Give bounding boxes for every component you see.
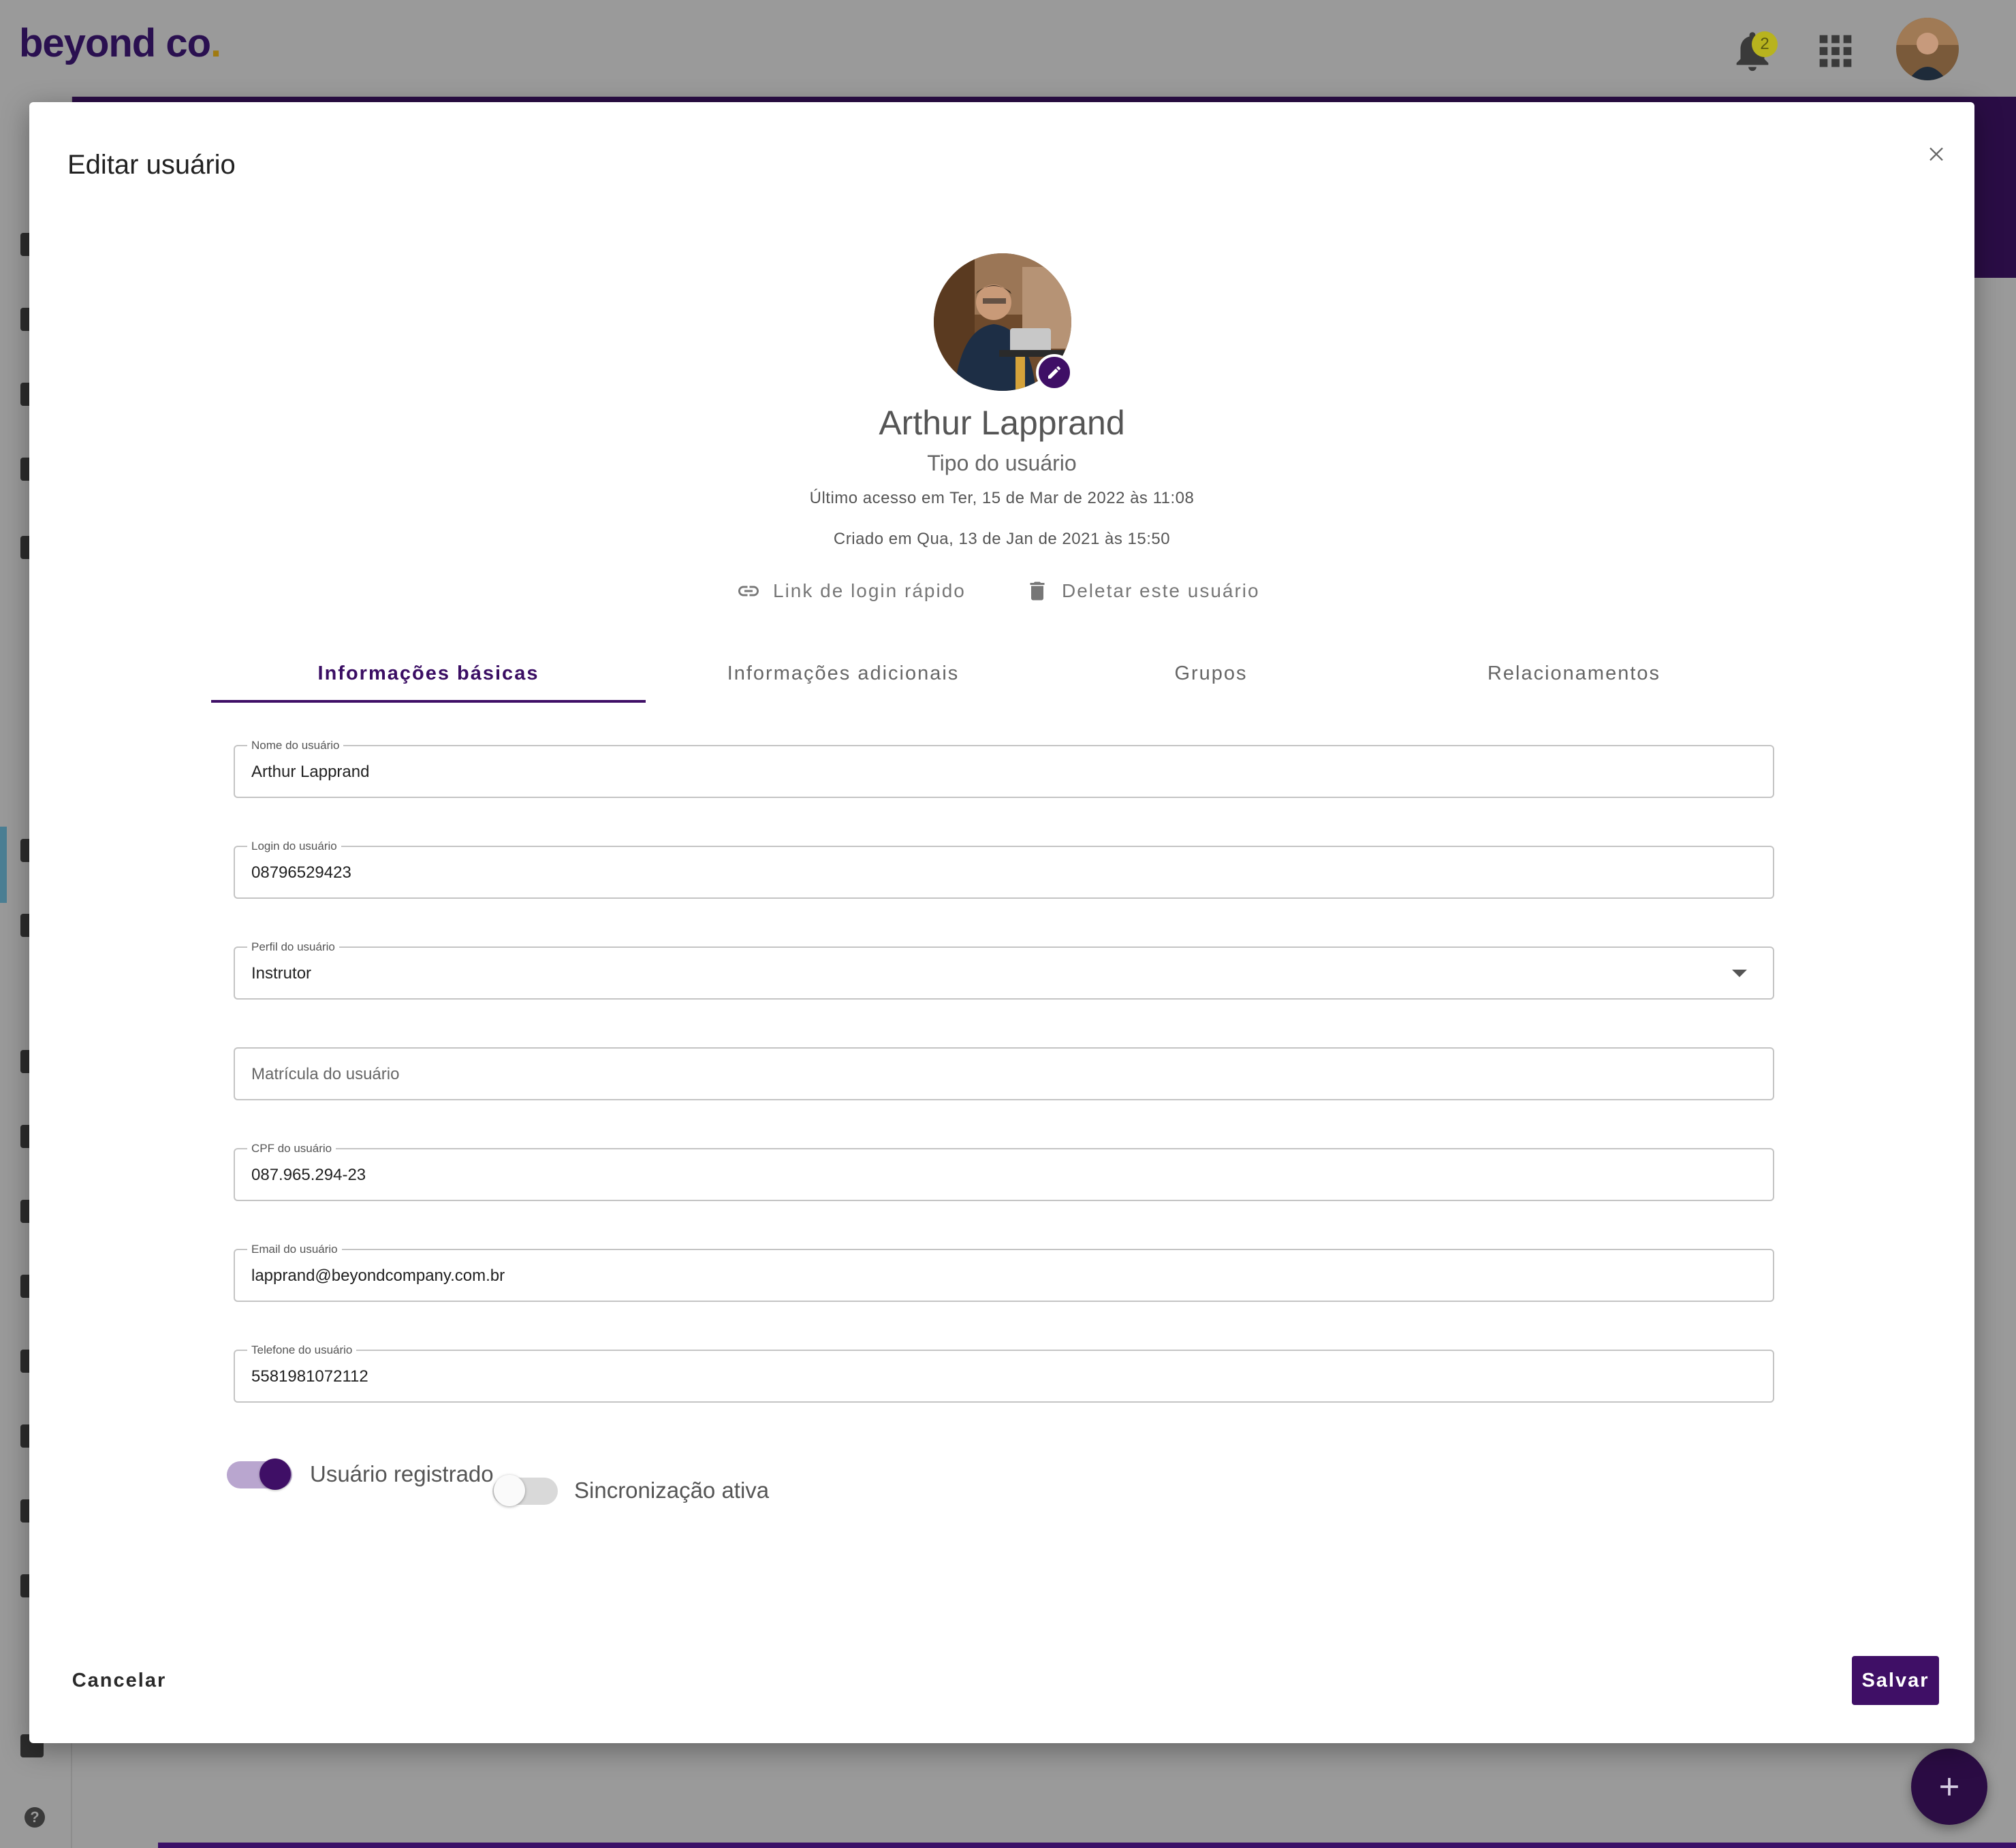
user-avatar[interactable] — [1896, 18, 1959, 80]
user-email-value: lapprand@beyondcompany.com.br — [251, 1266, 505, 1285]
logo-dot: . — [210, 21, 221, 65]
field-label: CPF do usuário — [247, 1143, 336, 1155]
user-full-name: Arthur Lapprand — [879, 404, 1125, 442]
user-profile-select[interactable]: Perfil do usuário Instrutor — [234, 941, 1774, 1000]
user-name-value: Arthur Lapprand — [251, 763, 370, 781]
delete-user-link[interactable]: Deletar este usuário — [1025, 577, 1260, 605]
tab-relationships[interactable]: Relacionamentos — [1381, 644, 1767, 703]
user-registration-field[interactable]: Matrícula do usuário — [234, 1047, 1774, 1100]
close-icon — [1930, 147, 1943, 161]
apps-grid-icon — [1819, 35, 1852, 67]
tab-bar: Informações básicas Informações adiciona… — [211, 644, 1767, 703]
link-icon — [738, 586, 759, 596]
edit-user-dialog: Editar usuário Arthur Lapprand Tipo do u… — [29, 102, 1974, 1743]
bottom-accent-bar — [158, 1843, 2016, 1848]
user-email-field[interactable]: Email do usuário lapprand@beyondcompany.… — [234, 1243, 1774, 1302]
tab-groups[interactable]: Grupos — [1041, 644, 1381, 703]
user-cpf-field[interactable]: CPF do usuário 087.965.294-23 — [234, 1143, 1774, 1201]
user-type: Tipo do usuário — [927, 451, 1077, 475]
user-name-field[interactable]: Nome do usuário Arthur Lapprand — [234, 739, 1774, 798]
app-header: beyond co. 2 — [0, 0, 2016, 98]
cancel-button[interactable]: Cancelar — [67, 1656, 171, 1705]
sync-active-label: Sincronização ativa — [574, 1478, 770, 1503]
sidebar-active-indicator — [0, 827, 7, 903]
close-button[interactable] — [1917, 136, 1955, 174]
quick-login-link[interactable]: Link de login rápido — [736, 577, 966, 605]
dropdown-arrow-icon[interactable] — [1732, 970, 1747, 977]
field-label: Telefone do usuário — [247, 1344, 357, 1356]
field-label: Nome do usuário — [247, 739, 344, 752]
apps-menu-button[interactable] — [1812, 27, 1859, 75]
dialog-title: Editar usuário — [67, 150, 236, 180]
user-login-field[interactable]: Login do usuário 08796529423 — [234, 840, 1774, 899]
logo-text: beyond co — [19, 21, 211, 65]
field-label: Login do usuário — [247, 840, 341, 853]
last-access-info: Último acesso em Ter, 15 de Mar de 2022 … — [809, 489, 1195, 507]
user-phone-field[interactable]: Telefone do usuário 5581981072112 — [234, 1344, 1774, 1403]
notification-badge: 2 — [1752, 31, 1778, 57]
registration-placeholder: Matrícula do usuário — [251, 1065, 400, 1083]
toggle-knob — [259, 1459, 291, 1490]
brand-logo[interactable]: beyond co. — [19, 20, 221, 66]
delete-user-label: Deletar este usuário — [1062, 580, 1260, 601]
user-profile-value: Instrutor — [251, 964, 312, 983]
toggle-knob — [494, 1475, 525, 1506]
registered-user-label: Usuário registrado — [310, 1461, 494, 1486]
user-cpf-value: 087.965.294-23 — [251, 1166, 366, 1184]
user-phone-value: 5581981072112 — [251, 1367, 368, 1386]
add-fab-button[interactable] — [1911, 1749, 1987, 1825]
registered-user-toggle[interactable] — [227, 1456, 292, 1493]
active-tab-indicator — [211, 700, 646, 703]
help-icon[interactable]: ? — [25, 1807, 45, 1828]
edit-pencil-icon — [1048, 366, 1061, 379]
tab-basic-info[interactable]: Informações básicas — [211, 644, 646, 703]
plus-icon — [1940, 1778, 1958, 1796]
sync-active-toggle[interactable] — [492, 1472, 558, 1509]
tab-additional-info[interactable]: Informações adicionais — [646, 644, 1041, 703]
user-login-value: 08796529423 — [251, 863, 351, 882]
profile-avatar-container — [934, 253, 1073, 391]
trash-icon — [1030, 582, 1045, 601]
field-label: Perfil do usuário — [247, 941, 339, 953]
created-info: Criado em Qua, 13 de Jan de 2021 às 15:5… — [833, 530, 1171, 548]
field-label: Email do usuário — [247, 1243, 342, 1256]
save-button[interactable]: Salvar — [1852, 1656, 1939, 1705]
edit-photo-button[interactable] — [1036, 354, 1073, 391]
quick-login-label: Link de login rápido — [773, 580, 966, 601]
